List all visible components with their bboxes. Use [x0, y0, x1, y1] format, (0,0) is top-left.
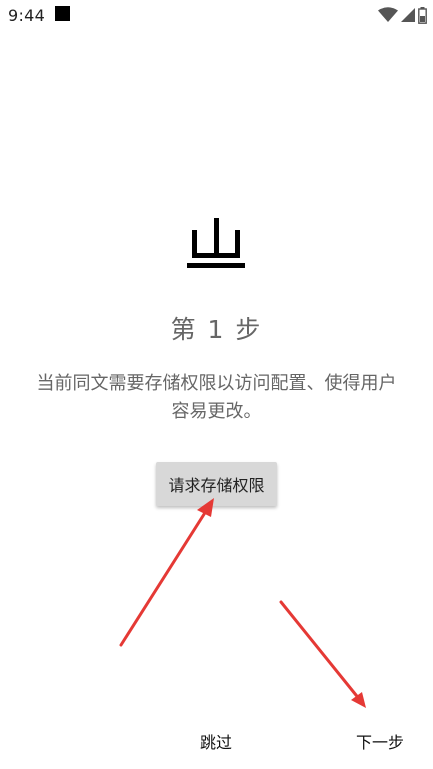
arrow-to-request-button	[119, 498, 214, 647]
next-step-button[interactable]: 下一步	[345, 726, 415, 756]
onboarding-screen: 9:44 第 1 步 当前同文需要存储权限以访问配置、使得用户容易更改。 请求存…	[0, 0, 433, 769]
step-title: 第 1 步	[170, 315, 263, 344]
app-logo-icon	[187, 218, 245, 268]
skip-button[interactable]: 跳过	[186, 726, 246, 756]
status-icons	[378, 6, 427, 24]
arrow-to-next-button	[279, 600, 366, 708]
wifi-icon	[378, 7, 398, 22]
cell-signal-icon	[401, 8, 415, 22]
status-time: 9:44	[8, 6, 46, 25]
request-storage-permission-button[interactable]: 请求存储权限	[156, 462, 277, 506]
status-bar: 9:44	[0, 0, 433, 30]
notification-square-icon	[55, 6, 70, 21]
step-description: 当前同文需要存储权限以访问配置、使得用户容易更改。	[36, 373, 397, 422]
battery-icon	[418, 6, 427, 24]
